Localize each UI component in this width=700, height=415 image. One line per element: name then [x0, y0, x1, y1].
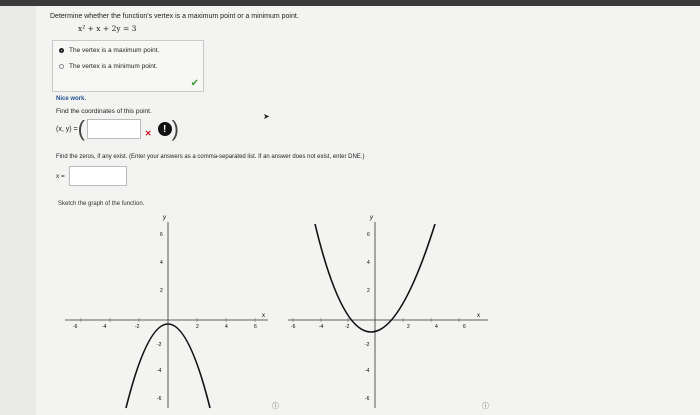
y-tick: -2: [157, 342, 162, 348]
y-tick-labels: 6 4 2 -2 -4 -6 y: [157, 215, 167, 402]
y-tick: 6: [160, 232, 163, 238]
open-paren: (: [77, 116, 85, 141]
zeros-row: x =: [56, 166, 127, 186]
x-tick: -6: [73, 324, 78, 330]
y-axis-label: y: [369, 215, 374, 221]
question-text: Determine whether the function's vertex …: [50, 13, 299, 20]
checkmark-icon: ✔: [190, 78, 199, 89]
x-tick-labels: -6 -4 -2 2 4 6 x: [73, 313, 265, 330]
y-tick: -4: [157, 368, 162, 374]
graph-option-1[interactable]: -6 -4 -2 2 4 6 x 6 4 2 -2 -4 -6 y: [60, 210, 275, 410]
zeros-input[interactable]: [68, 166, 127, 186]
y-tick: -4: [365, 368, 370, 374]
info-icon[interactable]: ⓘ: [272, 401, 279, 411]
y-tick: -2: [365, 342, 370, 348]
graph-option-2[interactable]: -6 -4 -2 2 4 6 x 6 4 2 -2 -4 -6 y: [283, 210, 498, 410]
x-tick: 6: [254, 324, 257, 330]
y-tick: 2: [160, 288, 163, 294]
close-paren: ): [171, 116, 179, 141]
y-tick: 4: [367, 260, 370, 266]
alert-icon[interactable]: !: [157, 122, 172, 136]
radio-unselected-icon[interactable]: [59, 64, 64, 69]
x-axis-label: x: [262, 313, 265, 319]
coords-input[interactable]: [86, 119, 141, 139]
radio-selected-icon[interactable]: [59, 48, 64, 53]
choice-label: The vertex is a maximum point.: [69, 47, 160, 54]
y-tick-labels: 6 4 2 -2 -4 -6 y: [365, 215, 374, 402]
sketch-prompt: Sketch the graph of the function.: [58, 201, 145, 207]
x-tick: -2: [345, 324, 350, 330]
x-tick: -6: [291, 324, 296, 330]
coords-label: (x, y) =: [56, 125, 78, 133]
x-tick: 4: [435, 324, 438, 330]
y-tick: 6: [367, 232, 370, 238]
x-tick: 2: [196, 324, 199, 330]
info-icon[interactable]: ⓘ: [482, 401, 489, 411]
x-tick-labels: -6 -4 -2 2 4 6 x: [291, 313, 480, 330]
x-tick: 4: [225, 324, 228, 330]
y-tick: 2: [367, 288, 370, 294]
coords-row: (x, y) = ( ✕ ! ): [56, 118, 179, 140]
y-tick: -6: [365, 396, 370, 402]
y-tick: 4: [160, 260, 163, 266]
mouse-cursor-icon: ➤: [263, 112, 270, 121]
choice-label: The vertex is a minimum point.: [69, 63, 158, 70]
choice-minimum[interactable]: The vertex is a minimum point.: [59, 63, 158, 70]
zeros-prompt: Find the zeros, if any exist. (Enter you…: [56, 154, 365, 160]
zeros-label: x =: [56, 172, 65, 180]
x-tick: 2: [407, 324, 410, 330]
y-tick: -6: [157, 396, 162, 402]
choice-group: The vertex is a maximum point. The verte…: [52, 40, 204, 92]
x-tick: 6: [463, 324, 466, 330]
choice-maximum[interactable]: The vertex is a maximum point.: [59, 47, 159, 54]
y-axis-label: y: [162, 215, 167, 221]
feedback-text: Nice work.: [56, 96, 87, 102]
x-axis-label: x: [477, 313, 480, 319]
x-tick: -4: [319, 324, 324, 330]
x-tick: -4: [102, 324, 107, 330]
coords-prompt: Find the coordinates of this point.: [56, 108, 152, 115]
x-tick: -2: [135, 324, 140, 330]
wrong-x-icon: ✕: [144, 128, 152, 138]
equation: x² + x + 2y = 3: [78, 24, 137, 33]
